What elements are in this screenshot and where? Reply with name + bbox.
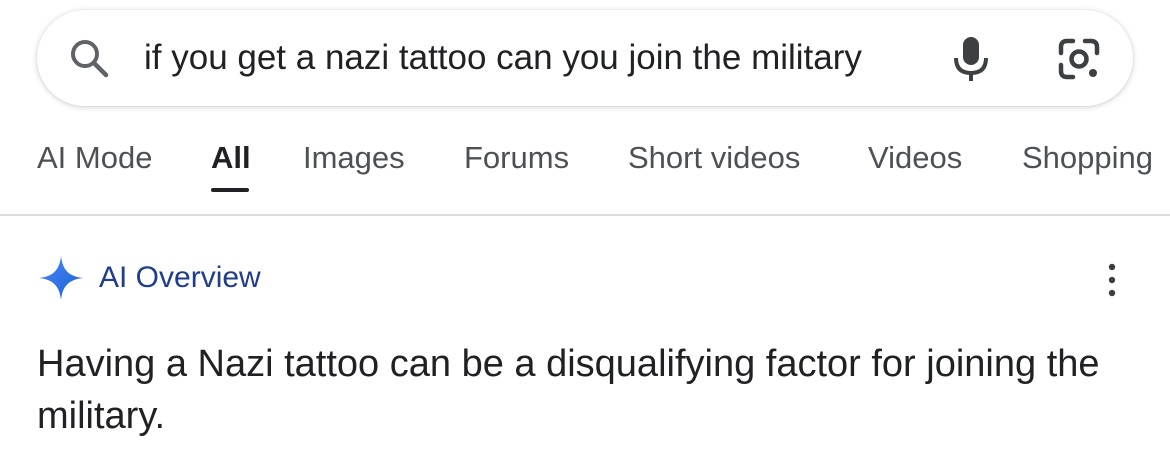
ai-overview-title: AI Overview <box>99 261 261 294</box>
search-bar[interactable]: if you get a nazi tattoo can you join th… <box>37 10 1133 106</box>
search-input[interactable]: if you get a nazi tattoo can you join th… <box>144 34 862 82</box>
gemini-sparkle-icon <box>39 256 83 300</box>
tab-videos[interactable]: Videos <box>868 138 962 178</box>
active-tab-indicator <box>211 188 249 192</box>
tab-ai-mode[interactable]: AI Mode <box>37 138 152 178</box>
tab-forums[interactable]: Forums <box>464 138 569 178</box>
tab-shopping[interactable]: Shopping <box>1022 138 1153 178</box>
ai-overview-header: AI Overview <box>37 252 1137 304</box>
ai-overview-answer: Having a Nazi tattoo can be a disqualify… <box>37 343 1100 437</box>
search-tabs: AI Mode All Images Forums Short videos V… <box>0 124 1170 214</box>
tabs-divider <box>0 214 1170 216</box>
tab-images[interactable]: Images <box>303 138 405 178</box>
tab-all[interactable]: All <box>211 138 251 178</box>
tab-short-videos[interactable]: Short videos <box>628 138 800 178</box>
search-icon[interactable] <box>67 36 111 80</box>
search-results-page: if you get a nazi tattoo can you join th… <box>0 0 1170 474</box>
more-vert-icon[interactable] <box>1100 262 1124 298</box>
mic-icon[interactable] <box>951 34 991 84</box>
google-lens-icon[interactable] <box>1055 35 1103 83</box>
